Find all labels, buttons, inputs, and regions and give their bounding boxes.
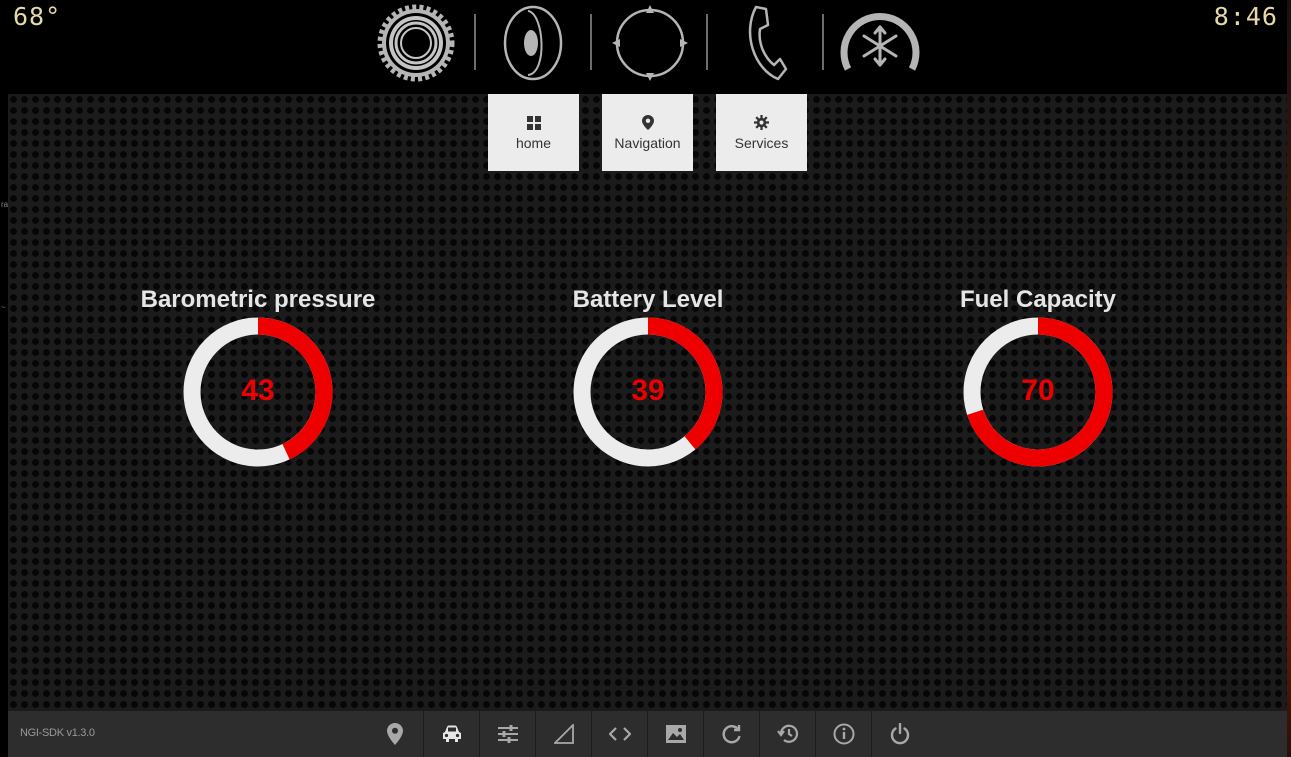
gear-dial-icon[interactable] <box>376 2 456 84</box>
top-divider <box>822 14 824 70</box>
gauge-value: 39 <box>631 374 665 407</box>
battery-level-gauge: 39 <box>573 317 723 467</box>
map-pin-icon[interactable] <box>367 711 423 757</box>
code-icon[interactable] <box>591 711 648 757</box>
signal-icon[interactable] <box>535 711 592 757</box>
info-icon[interactable] <box>815 711 872 757</box>
top-divider <box>474 14 476 70</box>
gauge-title: Battery Level <box>572 286 724 313</box>
map-pin-icon <box>641 115 654 131</box>
tab-label: Services <box>734 134 789 151</box>
sdk-version-label: NGI-SDK v1.3.0 <box>20 727 95 739</box>
background-edge <box>1287 0 1291 757</box>
grid-icon <box>526 115 541 131</box>
power-icon[interactable] <box>871 711 928 757</box>
clock-readout: 8:46 <box>1213 2 1278 31</box>
gauge-value: 70 <box>1021 374 1055 407</box>
barometric-pressure-gauge: 43 <box>183 317 333 467</box>
edge-glyph: ~ <box>1 303 6 312</box>
tab-services[interactable]: Services <box>716 94 807 171</box>
top-divider <box>706 14 708 70</box>
fuel-capacity-gauge: 70 <box>963 317 1113 467</box>
phone-icon[interactable] <box>734 2 794 84</box>
bottom-toolbar: NGI-SDK v1.3.0 <box>8 711 1287 757</box>
speaker-icon[interactable] <box>500 2 566 84</box>
compass-icon[interactable] <box>610 2 690 84</box>
car-icon[interactable] <box>423 711 480 757</box>
tab-label: Navigation <box>614 134 681 151</box>
top-status-bar: 68° 8:46 <box>0 0 1287 92</box>
gauge-title: Barometric pressure <box>140 286 376 313</box>
tab-home[interactable]: home <box>488 94 579 171</box>
gauge-value: 43 <box>241 374 275 407</box>
refresh-icon[interactable] <box>703 711 760 757</box>
climate-fan-icon[interactable] <box>838 2 922 84</box>
gear-icon <box>754 115 769 131</box>
gauge-title: Fuel Capacity <box>959 286 1117 313</box>
dashboard-panel: home Navigation Services Barometric pres… <box>8 94 1287 711</box>
tab-label: home <box>515 134 552 151</box>
tab-navigation[interactable]: Navigation <box>602 94 693 171</box>
history-icon[interactable] <box>759 711 816 757</box>
image-icon[interactable] <box>647 711 704 757</box>
top-divider <box>590 14 592 70</box>
sliders-icon[interactable] <box>479 711 536 757</box>
temperature-readout: 68° <box>13 2 62 31</box>
